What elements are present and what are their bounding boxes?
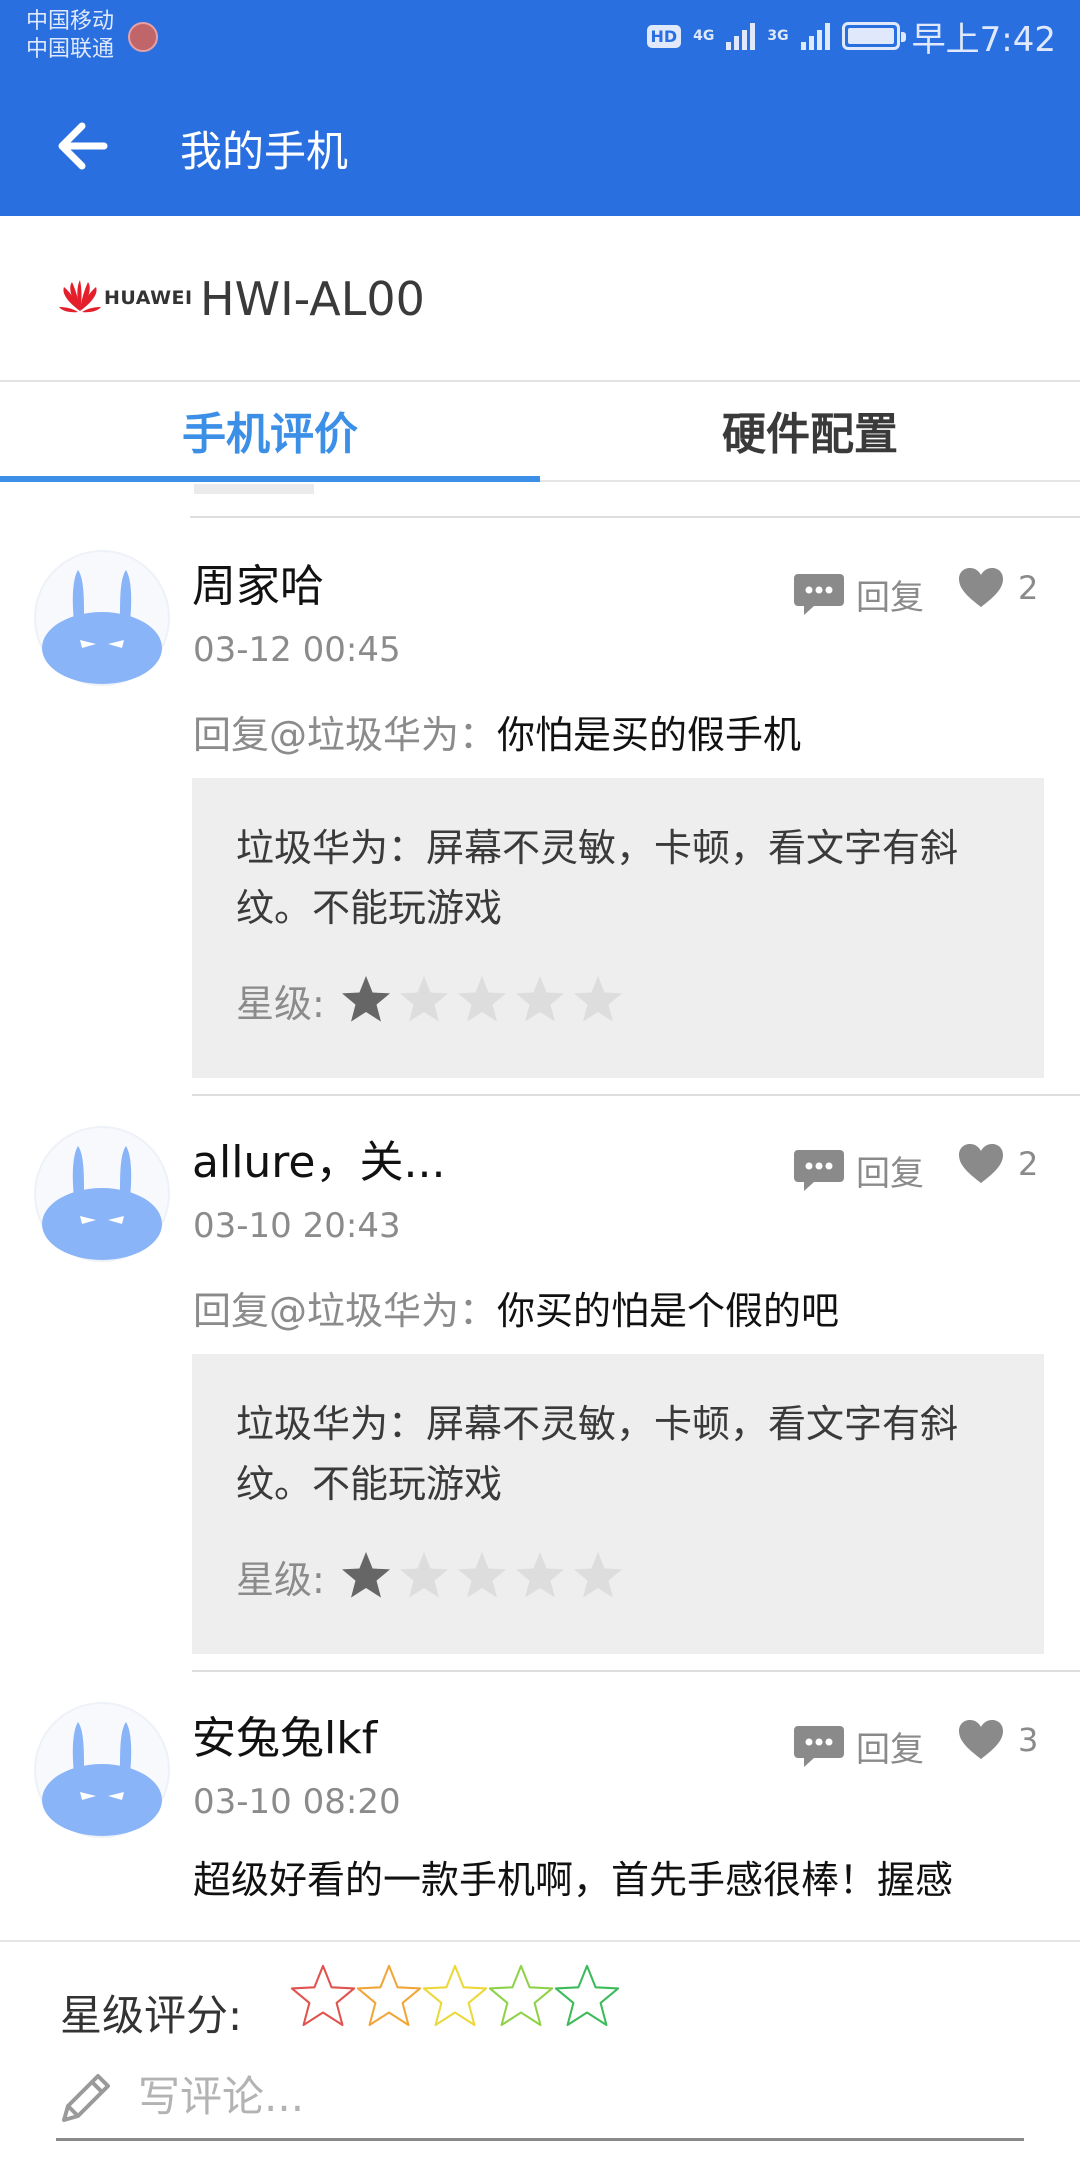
comment-text: 超级好看的一款手机啊，首先手感很棒！握感	[193, 1858, 954, 1902]
like-count: 3	[1018, 1721, 1039, 1759]
quoted-review-text: 垃圾华为：屏幕不灵敏，卡顿，看文字有斜纹。不能玩游戏	[236, 1402, 959, 1506]
star-empty-icon	[457, 976, 506, 1022]
huawei-logo-icon	[59, 280, 101, 313]
like-count: 2	[1018, 1145, 1039, 1183]
reply-text: 你买的怕是个假的吧	[497, 1289, 840, 1333]
page-title: 我的手机	[180, 127, 349, 176]
hd-icon: HD	[646, 24, 682, 48]
comment-time: 03-12 00:45	[193, 630, 401, 670]
carrier-info: 中国移动 中国联通	[26, 8, 114, 64]
heart-icon	[959, 1144, 1003, 1183]
comment-bubble-icon	[794, 1726, 844, 1767]
arrow-left-icon[interactable]	[48, 110, 120, 182]
reply-line: 回复@垃圾华为：你怕是买的假手机	[193, 704, 801, 759]
rating-star-4-icon[interactable]	[486, 1962, 556, 2032]
quoted-review-text: 垃圾华为：屏幕不灵敏，卡顿，看文字有斜纹。不能玩游戏	[236, 826, 959, 930]
star-filled-icon	[341, 976, 390, 1022]
heart-icon	[959, 568, 1003, 607]
rating-star-3-icon[interactable]	[420, 1962, 490, 2032]
comment-time: 03-10 08:20	[193, 1782, 401, 1822]
star-empty-icon	[457, 1552, 506, 1598]
reply-label: 回复	[856, 1153, 924, 1194]
network-2-label: 3G	[767, 28, 789, 44]
comment-time: 03-10 20:43	[193, 1206, 401, 1246]
like-button[interactable]: 2	[958, 1134, 1038, 1194]
tab-bar: 手机评价 硬件配置	[0, 382, 1080, 482]
network-1-label: 4G	[693, 28, 715, 44]
rating-star-5-icon[interactable]	[552, 1962, 622, 2032]
reply-text: 你怕是买的假手机	[497, 713, 802, 757]
divider	[192, 1670, 1080, 1672]
star-empty-icon	[399, 976, 448, 1022]
reply-line: 回复@垃圾华为：你买的怕是个假的吧	[193, 1280, 839, 1335]
comment-bubble-icon	[794, 1150, 844, 1191]
tab-indicator	[0, 476, 540, 482]
status-bar: 中国移动 中国联通 HD 4G 3G 早上7:42	[0, 0, 1080, 72]
signal-strength-icon	[800, 22, 830, 50]
rating-star-group	[339, 1549, 629, 1603]
carrier-2-label: 中国联通	[26, 37, 115, 62]
previous-item-fragment	[190, 484, 1080, 518]
rating-input-stars[interactable]	[288, 1962, 620, 2032]
comment-list[interactable]: 周家哈 回复 2 03-12 00:45 回复@垃圾华为：你怕是买的假手机 垃圾…	[0, 484, 1080, 1940]
like-button[interactable]: 2	[958, 558, 1038, 618]
reply-button[interactable]: 回复	[794, 564, 924, 624]
like-button[interactable]: 3	[958, 1710, 1038, 1770]
quoted-review[interactable]: 垃圾华为：屏幕不灵敏，卡顿，看文字有斜纹。不能玩游戏 星级:	[192, 778, 1044, 1078]
star-empty-icon	[573, 1552, 622, 1598]
pencil-icon	[62, 2074, 110, 2122]
reply-button[interactable]: 回复	[794, 1140, 924, 1200]
heart-icon	[959, 1720, 1003, 1759]
rating-stars: 星级:	[236, 1546, 629, 1606]
review-composer: 星级评分:	[0, 1940, 1080, 2160]
brand-name: HUAWEI	[104, 287, 193, 309]
quoted-review[interactable]: 垃圾华为：屏幕不灵敏，卡顿，看文字有斜纹。不能玩游戏 星级:	[192, 1354, 1044, 1654]
reply-button[interactable]: 回复	[794, 1716, 924, 1776]
tab-phone-reviews[interactable]: 手机评价	[0, 382, 540, 482]
star-empty-icon	[515, 1552, 564, 1598]
input-underline	[56, 2138, 1024, 2141]
rating-star-group	[339, 973, 629, 1027]
signal-strength-icon	[726, 22, 756, 50]
app-bar: 我的手机	[0, 72, 1080, 216]
device-model: HWI-AL00	[200, 272, 425, 326]
clock: 早上7:42	[911, 19, 1056, 60]
rating-stars: 星级:	[236, 970, 629, 1030]
avatar-icon[interactable]	[34, 1126, 170, 1262]
status-indicators: HD 4G 3G 早上7:42	[646, 12, 1056, 60]
reply-target[interactable]: 回复@垃圾华为：	[193, 1289, 497, 1333]
comment-author[interactable]: 周家哈	[192, 550, 324, 614]
like-count: 2	[1018, 569, 1039, 607]
rating-star-2-icon[interactable]	[354, 1962, 424, 2032]
rating-input-label: 星级评分:	[60, 1991, 243, 2040]
device-header: HUAWEI HWI-AL00	[0, 216, 1080, 382]
avatar-icon[interactable]	[34, 1702, 170, 1838]
battery-icon	[841, 22, 906, 50]
divider	[192, 1094, 1080, 1096]
star-empty-icon	[399, 1552, 448, 1598]
comment-bubble-icon	[794, 574, 844, 615]
comment-author[interactable]: allure，关...	[192, 1126, 445, 1190]
rating-label: 星级:	[236, 981, 325, 1026]
carrier-1-label: 中国移动	[26, 9, 115, 34]
tab-hardware-config[interactable]: 硬件配置	[540, 382, 1080, 482]
notification-app-icon	[128, 22, 158, 52]
star-empty-icon	[573, 976, 622, 1022]
avatar-icon[interactable]	[34, 550, 170, 686]
reply-label: 回复	[856, 577, 924, 618]
rating-star-1-icon[interactable]	[288, 1962, 358, 2032]
rating-label: 星级:	[236, 1557, 325, 1602]
reply-target[interactable]: 回复@垃圾华为：	[193, 713, 497, 757]
star-filled-icon	[341, 1552, 390, 1598]
comment-author[interactable]: 安兔兔lkf	[192, 1702, 377, 1766]
reply-label: 回复	[856, 1729, 924, 1770]
star-empty-icon	[515, 976, 564, 1022]
comment-input[interactable]	[138, 2064, 1018, 2128]
